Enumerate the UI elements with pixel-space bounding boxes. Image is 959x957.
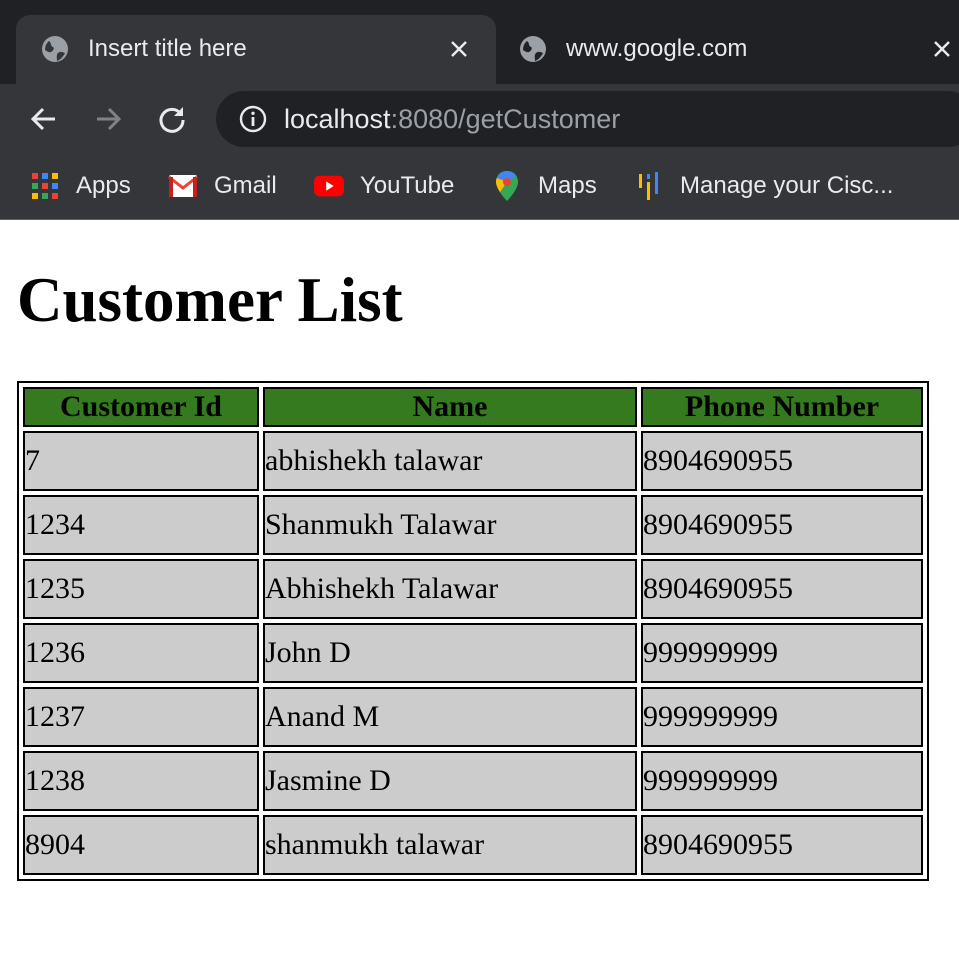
- cell-customer-id: 1236: [23, 623, 259, 683]
- bookmark-label: Maps: [538, 172, 597, 199]
- column-header-phone-number: Phone Number: [641, 387, 923, 427]
- cell-customer-id: 1238: [23, 751, 259, 811]
- bookmark-label: Apps: [76, 172, 131, 199]
- cell-name: Jasmine D: [263, 751, 637, 811]
- table-row: 1238 Jasmine D 999999999: [23, 751, 923, 811]
- bookmark-label: YouTube: [360, 172, 455, 199]
- customer-table: Customer Id Name Phone Number 7 abhishek…: [17, 381, 929, 881]
- maps-pin-icon: [492, 171, 522, 201]
- tab-title: www.google.com: [566, 34, 748, 62]
- cell-name: Abhishekh Talawar: [263, 559, 637, 619]
- bookmark-youtube[interactable]: YouTube: [314, 168, 454, 204]
- column-header-customer-id: Customer Id: [23, 387, 259, 427]
- tab-title: Insert title here: [88, 34, 247, 62]
- cell-phone-number: 8904690955: [641, 559, 923, 619]
- youtube-icon: [314, 171, 344, 201]
- info-icon[interactable]: [238, 104, 268, 134]
- page-content: Customer List Customer Id Name Phone Num…: [0, 220, 959, 957]
- bookmark-gmail[interactable]: Gmail: [168, 168, 277, 204]
- table-row: 1237 Anand M 999999999: [23, 687, 923, 747]
- cisco-icon: [634, 171, 664, 201]
- table-row: 1235 Abhishekh Talawar 8904690955: [23, 559, 923, 619]
- bookmark-maps[interactable]: Maps: [492, 168, 597, 204]
- close-icon[interactable]: [927, 34, 957, 64]
- table-row: 7 abhishekh talawar 8904690955: [23, 431, 923, 491]
- bookmark-cisco[interactable]: Manage your Cisc...: [634, 168, 893, 204]
- cell-phone-number: 999999999: [641, 623, 923, 683]
- cell-customer-id: 1237: [23, 687, 259, 747]
- url-host: localhost: [284, 103, 391, 134]
- cell-phone-number: 8904690955: [641, 431, 923, 491]
- globe-icon: [518, 34, 548, 64]
- tab-strip: Insert title here www.google.com: [0, 0, 959, 84]
- table-row: 1236 John D 999999999: [23, 623, 923, 683]
- cell-name: John D: [263, 623, 637, 683]
- bookmark-apps[interactable]: Apps: [30, 168, 131, 204]
- cell-name: shanmukh talawar: [263, 815, 637, 875]
- forward-arrow-icon[interactable]: [88, 99, 128, 139]
- apps-grid-icon: [30, 171, 60, 201]
- column-header-name: Name: [263, 387, 637, 427]
- cell-customer-id: 8904: [23, 815, 259, 875]
- address-bar[interactable]: localhost:8080/getCustomer: [216, 91, 959, 147]
- url-path: :8080/getCustomer: [390, 103, 621, 134]
- bookmarks-bar: Apps Gmail YouTube Maps Manage your Cisc…: [0, 154, 959, 220]
- cell-name: abhishekh talawar: [263, 431, 637, 491]
- close-icon[interactable]: [444, 34, 474, 64]
- reload-icon[interactable]: [152, 99, 192, 139]
- tab-active[interactable]: Insert title here: [16, 15, 496, 84]
- bookmark-label: Gmail: [214, 172, 277, 199]
- table-header-row: Customer Id Name Phone Number: [23, 387, 923, 427]
- cell-customer-id: 7: [23, 431, 259, 491]
- cell-phone-number: 999999999: [641, 687, 923, 747]
- cell-phone-number: 8904690955: [641, 495, 923, 555]
- url-text: localhost:8080/getCustomer: [284, 104, 620, 135]
- browser-toolbar: localhost:8080/getCustomer: [0, 84, 959, 154]
- tab-inactive[interactable]: www.google.com: [496, 15, 959, 84]
- cell-phone-number: 8904690955: [641, 815, 923, 875]
- cell-customer-id: 1234: [23, 495, 259, 555]
- back-arrow-icon[interactable]: [24, 99, 64, 139]
- table-row: 8904 shanmukh talawar 8904690955: [23, 815, 923, 875]
- table-row: 1234 Shanmukh Talawar 8904690955: [23, 495, 923, 555]
- cell-customer-id: 1235: [23, 559, 259, 619]
- gmail-icon: [168, 171, 198, 201]
- cell-phone-number: 999999999: [641, 751, 923, 811]
- bookmark-label: Manage your Cisc...: [680, 172, 894, 199]
- cell-name: Anand M: [263, 687, 637, 747]
- page-title: Customer List: [17, 265, 403, 335]
- cell-name: Shanmukh Talawar: [263, 495, 637, 555]
- globe-icon: [40, 34, 70, 64]
